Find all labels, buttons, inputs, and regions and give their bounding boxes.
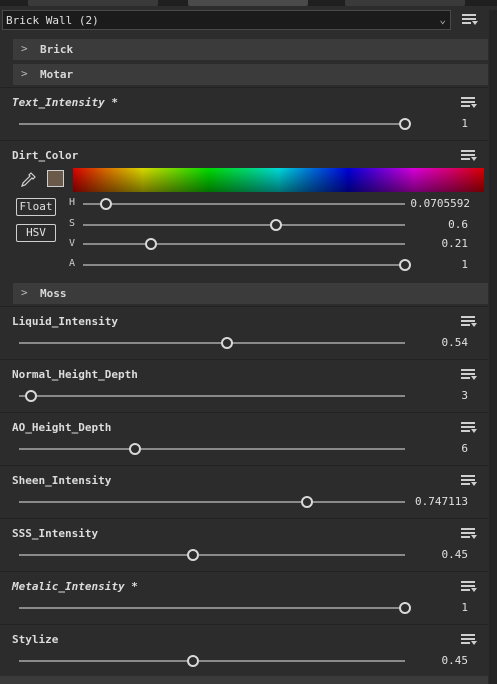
slider-track[interactable]	[19, 501, 405, 503]
param-label: AO_Height_Depth	[12, 421, 112, 434]
channel-value[interactable]: 0.6	[388, 218, 468, 231]
param-value[interactable]: 1	[388, 117, 468, 130]
chevron-down-icon: ⌄	[439, 13, 446, 26]
menu-icon[interactable]	[461, 369, 477, 380]
slider-knob[interactable]	[301, 496, 313, 508]
channel-value[interactable]: 0.0705592	[390, 197, 470, 210]
chevron-right-icon: >	[21, 67, 28, 80]
menu-icon[interactable]	[461, 150, 477, 161]
param-row: Metalic_Intensity * 1	[0, 571, 488, 624]
channel-value[interactable]: 0.21	[388, 237, 469, 250]
param-label: Sheen_Intensity	[12, 474, 112, 487]
slider-knob[interactable]	[187, 549, 199, 561]
slider-track[interactable]	[19, 554, 405, 556]
param-label: Normal_Height_Depth	[12, 368, 138, 381]
material-select-row: Brick Wall (2) ⌄	[0, 10, 497, 32]
slider-track[interactable]	[83, 224, 405, 226]
slider-track[interactable]	[19, 342, 405, 344]
param-row: Sheen_Intensity 0.747113	[0, 465, 488, 518]
slider-knob[interactable]	[270, 219, 282, 231]
tab-right[interactable]	[345, 0, 465, 6]
eyedropper-icon[interactable]	[20, 172, 36, 188]
slider-knob[interactable]	[187, 655, 199, 667]
chevron-right-icon: >	[21, 42, 28, 55]
float-button[interactable]: Float	[16, 198, 56, 216]
param-value[interactable]: 1	[388, 601, 468, 614]
param-value[interactable]: 3	[388, 389, 468, 402]
slider-track[interactable]	[83, 203, 405, 205]
menu-icon[interactable]	[461, 97, 477, 108]
slider-knob[interactable]	[221, 337, 233, 349]
menu-icon[interactable]	[461, 634, 477, 645]
param-label: Stylize	[12, 633, 59, 646]
slider-knob[interactable]	[129, 443, 141, 455]
param-row: SSS_Intensity 0.45	[0, 518, 488, 571]
param-dirt-color: Dirt_Color Float HSV H 0.0705592 S 0.6 V…	[0, 140, 488, 280]
slider-track[interactable]	[19, 607, 405, 609]
menu-icon[interactable]	[461, 528, 477, 539]
group-moss[interactable]: > Moss	[13, 283, 488, 304]
channel-label: A	[69, 258, 76, 269]
menu-icon[interactable]	[462, 14, 478, 25]
channel-value[interactable]: 1	[388, 258, 468, 271]
menu-icon[interactable]	[461, 581, 477, 592]
slider-track[interactable]	[83, 243, 405, 245]
slider-track[interactable]	[19, 660, 405, 662]
param-row: Normal_Height_Depth 3	[0, 359, 488, 412]
tab-strip	[0, 0, 497, 6]
tab-active[interactable]	[188, 0, 308, 6]
param-label: Text_Intensity *	[12, 96, 118, 109]
group-label: Moss	[40, 287, 67, 300]
param-row: AO_Height_Depth 6	[0, 412, 488, 465]
color-swatch[interactable]	[47, 170, 64, 187]
param-row: Liquid_Intensity 0.54	[0, 306, 488, 359]
group-motar[interactable]: > Motar	[13, 64, 488, 85]
param-row: Stylize 0.45	[0, 624, 488, 677]
param-label: Liquid_Intensity	[12, 315, 118, 328]
color-spectrum[interactable]	[73, 168, 484, 192]
slider-track[interactable]	[83, 264, 405, 266]
param-value[interactable]: 0.45	[388, 654, 469, 667]
slider-track[interactable]	[19, 123, 405, 125]
channel-label: S	[69, 218, 76, 229]
group-label: Brick	[40, 43, 74, 56]
hsv-button[interactable]: HSV	[16, 224, 56, 242]
param-value[interactable]: 0.45	[388, 548, 469, 561]
scrollbar[interactable]	[489, 10, 497, 684]
group-label: Motar	[40, 68, 74, 81]
material-select[interactable]: Brick Wall (2) ⌄	[2, 10, 451, 30]
slider-knob[interactable]	[25, 390, 37, 402]
slider-knob[interactable]	[145, 238, 157, 250]
param-label: Metalic_Intensity *	[12, 580, 138, 593]
slider-track[interactable]	[19, 395, 405, 397]
slider-track[interactable]	[19, 448, 405, 450]
channel-label: V	[69, 238, 76, 249]
menu-icon[interactable]	[461, 475, 477, 486]
param-value[interactable]: 0.747113	[388, 495, 468, 508]
param-value[interactable]: 0.54	[388, 336, 469, 349]
channel-label: H	[69, 197, 76, 208]
tab-left[interactable]	[28, 0, 158, 6]
param-label: SSS_Intensity	[12, 527, 99, 540]
param-label: Dirt_Color	[12, 149, 79, 162]
group-brick[interactable]: > Brick	[13, 39, 488, 60]
menu-icon[interactable]	[461, 316, 477, 327]
slider-knob[interactable]	[100, 198, 112, 210]
param-text-intensity: Text_Intensity * 1	[0, 87, 488, 140]
panel-footer	[0, 676, 488, 684]
menu-icon[interactable]	[461, 422, 477, 433]
param-value[interactable]: 6	[388, 442, 468, 455]
material-select-value: Brick Wall (2)	[6, 14, 99, 27]
chevron-right-icon: >	[21, 286, 28, 299]
